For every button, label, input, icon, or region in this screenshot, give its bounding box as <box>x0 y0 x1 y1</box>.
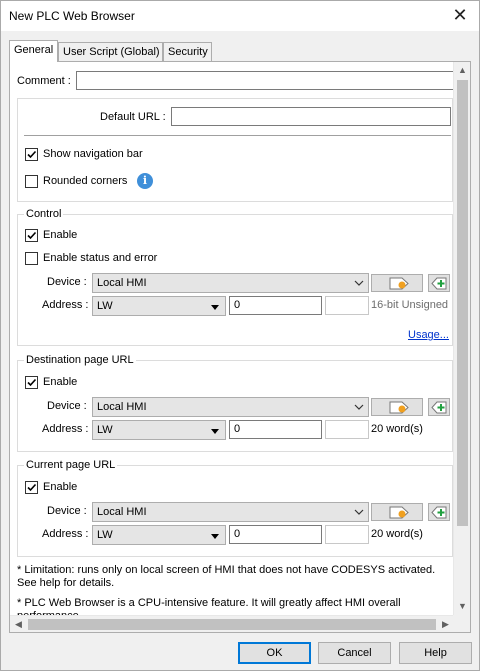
show-nav-bar-checkbox[interactable] <box>25 148 38 161</box>
current-add-tag-button[interactable] <box>428 503 450 521</box>
checkmark-icon <box>27 483 37 492</box>
help-button[interactable]: Help <box>399 642 472 664</box>
current-address-type-select[interactable]: LW <box>92 525 226 545</box>
usage-link[interactable]: Usage... <box>408 329 449 341</box>
comment-label: Comment : <box>17 75 71 87</box>
destination-tag-button[interactable] <box>371 398 423 416</box>
dialog-window: New PLC Web Browser ✕ General User Scrip… <box>0 0 480 671</box>
destination-address-extra-field <box>325 420 369 439</box>
destination-group-title: Destination page URL <box>24 354 136 366</box>
add-tag-icon <box>431 277 447 290</box>
current-device-label: Device : <box>47 505 87 517</box>
current-size: 20 word(s) <box>371 528 423 540</box>
close-icon[interactable]: ✕ <box>447 3 473 27</box>
enable-status-checkbox[interactable] <box>25 252 38 265</box>
control-data-type: 16-bit Unsigned <box>371 299 449 311</box>
default-url-input[interactable] <box>171 107 451 126</box>
current-address-extra-field <box>325 525 369 544</box>
control-enable-checkbox[interactable] <box>25 229 38 242</box>
caret-down-icon <box>211 534 219 539</box>
vertical-scroll-thumb[interactable] <box>457 80 468 526</box>
caret-down-icon <box>211 305 219 310</box>
tag-icon <box>389 277 409 290</box>
destination-device-select[interactable]: Local HMI <box>92 397 369 417</box>
chevron-down-icon <box>354 509 364 515</box>
control-device-label: Device : <box>47 276 87 288</box>
limitation-note: * Limitation: runs only on local screen … <box>17 564 436 589</box>
destination-address-label: Address : <box>42 423 89 435</box>
control-group-title: Control <box>24 208 64 220</box>
destination-enable-label: Enable <box>43 376 78 388</box>
vertical-scrollbar[interactable]: ▲ ▼ <box>453 62 470 615</box>
current-tag-button[interactable] <box>371 503 423 521</box>
scroll-content: Comment : Default URL : Show navigation … <box>10 62 454 615</box>
control-device-value: Local HMI <box>97 277 147 289</box>
horizontal-scroll-thumb[interactable] <box>28 619 436 630</box>
current-address-label: Address : <box>42 528 89 540</box>
tab-user-script[interactable]: User Script (Global) <box>58 42 163 61</box>
chevron-down-icon <box>354 280 364 286</box>
destination-device-value: Local HMI <box>97 401 147 413</box>
rounded-corners-checkbox[interactable] <box>25 175 38 188</box>
window-title: New PLC Web Browser <box>9 9 135 23</box>
tab-general[interactable]: General <box>9 40 58 62</box>
show-nav-bar-label: Show navigation bar <box>43 148 143 160</box>
destination-size: 20 word(s) <box>371 423 423 435</box>
current-device-select[interactable]: Local HMI <box>92 502 369 522</box>
destination-device-label: Device : <box>47 400 87 412</box>
checkmark-icon <box>27 231 37 240</box>
info-icon[interactable]: i <box>137 173 153 189</box>
destination-address-type-select[interactable]: LW <box>92 420 226 440</box>
control-address-label: Address : <box>42 299 89 311</box>
default-url-label: Default URL : <box>100 111 166 123</box>
horizontal-scrollbar[interactable]: ◀ ▶ <box>10 615 454 632</box>
control-add-tag-button[interactable] <box>428 274 450 292</box>
checkmark-icon <box>27 150 37 159</box>
control-device-select[interactable]: Local HMI <box>92 273 369 293</box>
scroll-right-icon[interactable]: ▶ <box>437 616 454 633</box>
comment-input[interactable] <box>76 71 454 90</box>
scroll-left-icon[interactable]: ◀ <box>10 616 27 633</box>
general-panel: Comment : Default URL : Show navigation … <box>9 61 471 633</box>
cancel-button[interactable]: Cancel <box>318 642 391 664</box>
separator <box>24 135 451 136</box>
control-tag-button[interactable] <box>371 274 423 292</box>
control-address-type-select[interactable]: LW <box>92 296 226 316</box>
current-device-value: Local HMI <box>97 506 147 518</box>
checkmark-icon <box>27 378 37 387</box>
title-bar: New PLC Web Browser ✕ <box>1 1 479 31</box>
scroll-down-icon[interactable]: ▼ <box>454 598 471 615</box>
add-tag-icon <box>431 506 447 519</box>
caret-down-icon <box>211 429 219 434</box>
tab-security[interactable]: Security <box>163 42 212 61</box>
destination-address-input[interactable]: 0 <box>229 420 322 439</box>
chevron-down-icon <box>354 404 364 410</box>
scroll-corner <box>453 615 470 632</box>
control-address-type-value: LW <box>97 300 113 312</box>
destination-enable-checkbox[interactable] <box>25 376 38 389</box>
cpu-note: * PLC Web Browser is a CPU-intensive fea… <box>17 597 401 615</box>
current-group-title: Current page URL <box>24 459 118 471</box>
rounded-corners-label: Rounded corners <box>43 175 128 187</box>
destination-address-type-value: LW <box>97 424 113 436</box>
current-address-input[interactable]: 0 <box>229 525 322 544</box>
control-address-input[interactable]: 0 <box>229 296 322 315</box>
current-enable-label: Enable <box>43 481 78 493</box>
scroll-up-icon[interactable]: ▲ <box>454 62 471 79</box>
tag-icon <box>389 401 409 414</box>
current-address-type-value: LW <box>97 529 113 541</box>
destination-add-tag-button[interactable] <box>428 398 450 416</box>
current-enable-checkbox[interactable] <box>25 481 38 494</box>
enable-status-label: Enable status and error <box>43 252 158 264</box>
control-address-extra-field <box>325 296 369 315</box>
control-enable-label: Enable <box>43 229 78 241</box>
add-tag-icon <box>431 401 447 414</box>
tag-icon <box>389 506 409 519</box>
ok-button[interactable]: OK <box>238 642 311 664</box>
